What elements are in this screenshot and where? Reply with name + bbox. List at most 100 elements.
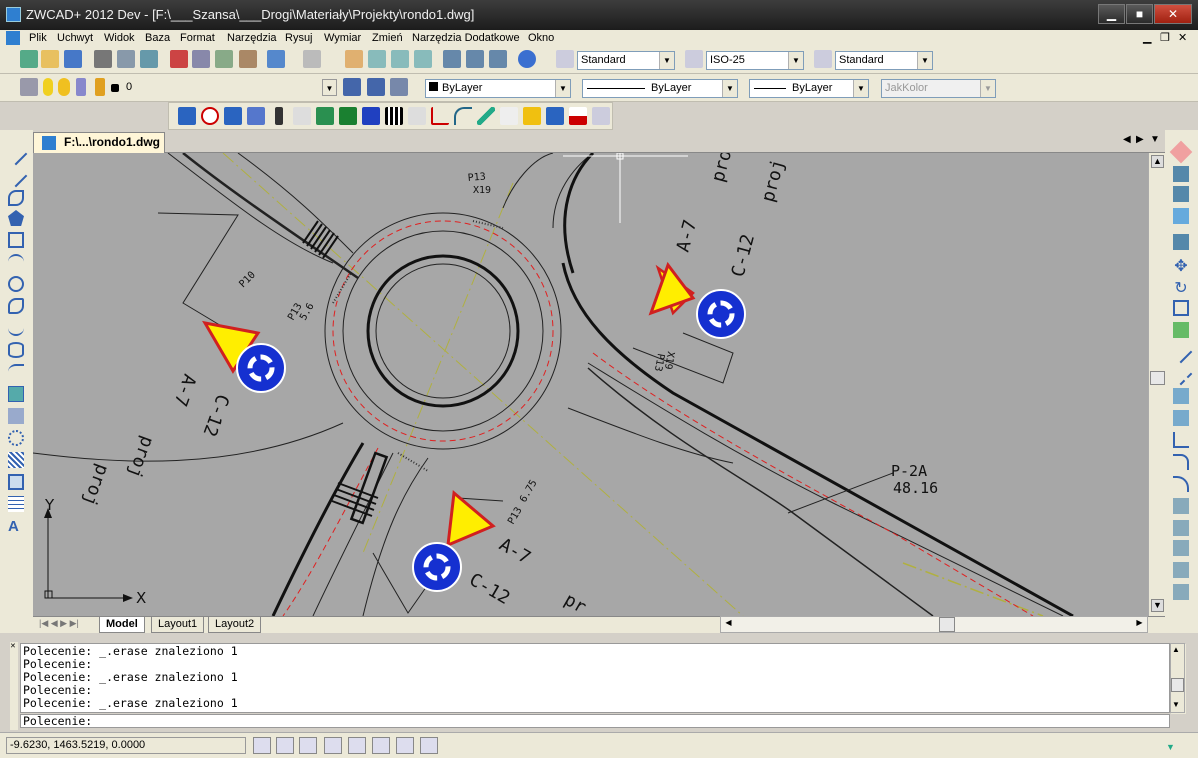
- minimize-button[interactable]: ▁: [1098, 4, 1125, 24]
- join-icon[interactable]: [1173, 432, 1189, 448]
- scale-icon[interactable]: [1173, 300, 1189, 316]
- copy-icon[interactable]: [192, 50, 210, 68]
- spline-icon[interactable]: [8, 320, 24, 336]
- layer-manager-icon[interactable]: [20, 78, 38, 96]
- scroll-up-icon[interactable]: ▲: [1172, 645, 1180, 654]
- bike-icon[interactable]: [500, 107, 518, 125]
- menu-uchwyt[interactable]: Uchwyt: [57, 30, 93, 46]
- maximize-button[interactable]: ■: [1126, 4, 1153, 24]
- table-icon[interactable]: [408, 107, 426, 125]
- mtext-icon[interactable]: A: [8, 518, 24, 535]
- doc-minimize-button[interactable]: ▁: [1143, 30, 1151, 46]
- chamfer-icon[interactable]: [1173, 454, 1189, 470]
- command-scrollbar[interactable]: ▲ ▼: [1170, 643, 1185, 713]
- zoom-previous-icon[interactable]: [414, 50, 432, 68]
- draworder-under-icon[interactable]: [1173, 584, 1189, 600]
- stretch-icon[interactable]: [1173, 322, 1189, 338]
- cloud-icon[interactable]: [8, 298, 24, 314]
- barrier-icon[interactable]: [385, 107, 403, 125]
- vscroll-thumb[interactable]: [1150, 371, 1165, 385]
- zoom-window-icon[interactable]: [391, 50, 409, 68]
- pan-icon[interactable]: [345, 50, 363, 68]
- make-current-icon[interactable]: [343, 78, 361, 96]
- copy-object-icon[interactable]: [1173, 166, 1189, 182]
- tool-palette-icon[interactable]: [489, 50, 507, 68]
- layer-vp-icon[interactable]: [76, 78, 86, 96]
- text-style-select[interactable]: Standard ▼: [577, 51, 675, 70]
- menu-plik[interactable]: Plik: [29, 30, 47, 46]
- menu-widok[interactable]: Widok: [104, 30, 135, 46]
- rotate-icon[interactable]: ↻: [1173, 278, 1189, 297]
- lineweight-select[interactable]: ByLayer ▼: [749, 79, 869, 98]
- draworder-above-icon[interactable]: [1173, 562, 1189, 578]
- help-icon[interactable]: [518, 50, 536, 68]
- hatch-icon[interactable]: [8, 452, 24, 468]
- mirror-icon[interactable]: [1173, 186, 1189, 202]
- polar-toggle-icon[interactable]: [324, 737, 342, 754]
- move-icon[interactable]: ✥: [1173, 256, 1189, 275]
- explode-icon[interactable]: [1173, 498, 1189, 514]
- doc-icon[interactable]: [6, 31, 20, 45]
- tab-list-icon[interactable]: ▼: [1150, 134, 1160, 145]
- break-point-icon[interactable]: [1173, 388, 1189, 404]
- point-icon[interactable]: [8, 430, 24, 446]
- vertical-scrollbar[interactable]: ▲ ▼: [1148, 153, 1165, 616]
- horizontal-scrollbar[interactable]: ◀ ▶: [720, 616, 1148, 633]
- layer-on-icon[interactable]: [43, 78, 53, 96]
- pencil-icon[interactable]: [477, 107, 495, 125]
- table-style-icon[interactable]: [814, 50, 832, 68]
- polyline-icon[interactable]: [8, 190, 24, 206]
- extend-icon[interactable]: [1169, 362, 1193, 386]
- tab-first-icon[interactable]: |◀ ◀ ▶ ▶|: [39, 618, 79, 629]
- match-prop-icon[interactable]: [239, 50, 257, 68]
- array-icon[interactable]: [1173, 234, 1189, 250]
- layer-state-icon[interactable]: [390, 78, 408, 96]
- menu-zmien[interactable]: Zmień: [372, 30, 403, 46]
- pedestrian-sign-icon[interactable]: [224, 107, 242, 125]
- cut-icon[interactable]: [170, 50, 188, 68]
- doc-close-button[interactable]: ✕: [1178, 30, 1187, 46]
- tab-layout1[interactable]: Layout1: [151, 617, 205, 633]
- menu-rysuj[interactable]: Rysuj: [285, 30, 313, 46]
- curve-red-icon[interactable]: [431, 107, 449, 125]
- doc-restore-button[interactable]: ❐: [1160, 30, 1170, 46]
- tab-layout2[interactable]: Layout2: [208, 617, 262, 633]
- green-table-icon[interactable]: [316, 107, 334, 125]
- scroll-right-icon[interactable]: ▶: [1133, 618, 1146, 631]
- tab-nav-left-icon[interactable]: ◀: [1123, 134, 1131, 145]
- layer-previous-icon[interactable]: [367, 78, 385, 96]
- car-icon[interactable]: [523, 107, 541, 125]
- close-button[interactable]: ✕: [1154, 4, 1192, 24]
- drawing-canvas[interactable]: P13 X19 P10 P13 5.6 P13 X19 P13 6.75 P-2…: [33, 153, 1148, 616]
- polygon-icon[interactable]: [8, 210, 24, 226]
- trim-icon[interactable]: [1169, 340, 1193, 364]
- blue-sign-icon[interactable]: [362, 107, 380, 125]
- ortho-toggle-icon[interactable]: [299, 737, 317, 754]
- table-icon[interactable]: [8, 496, 24, 512]
- ellipse-arc-icon[interactable]: [8, 364, 24, 380]
- tab-model[interactable]: Model: [99, 617, 145, 633]
- break-icon[interactable]: [1173, 410, 1189, 426]
- offset-icon[interactable]: [1173, 208, 1189, 224]
- menu-format[interactable]: Format: [180, 30, 215, 46]
- tab-nav-right-icon[interactable]: ▶: [1136, 134, 1144, 145]
- zoom-realtime-icon[interactable]: [368, 50, 386, 68]
- flag-icon[interactable]: [569, 107, 587, 125]
- dim-style-select[interactable]: ISO-25 ▼: [706, 51, 804, 70]
- dim-style-icon[interactable]: [685, 50, 703, 68]
- command-grip[interactable]: ✕: [10, 642, 18, 730]
- speed-limit-icon[interactable]: [201, 107, 219, 125]
- region-icon[interactable]: [8, 474, 24, 490]
- menu-wymiar[interactable]: Wymiar: [324, 30, 361, 46]
- crosswalk-sign-icon[interactable]: [178, 107, 196, 125]
- color-select[interactable]: ByLayer ▼: [425, 79, 571, 98]
- scroll-down-icon[interactable]: ▼: [1151, 599, 1164, 612]
- layer-lock-icon[interactable]: [95, 78, 105, 96]
- text-style-icon[interactable]: [556, 50, 574, 68]
- linetype-select[interactable]: ByLayer ▼: [582, 79, 738, 98]
- otrack-toggle-icon[interactable]: [372, 737, 390, 754]
- draworder-back-icon[interactable]: [1173, 540, 1189, 556]
- properties-icon[interactable]: [443, 50, 461, 68]
- scroll-left-icon[interactable]: ◀: [722, 618, 735, 631]
- undo-icon[interactable]: [267, 50, 285, 68]
